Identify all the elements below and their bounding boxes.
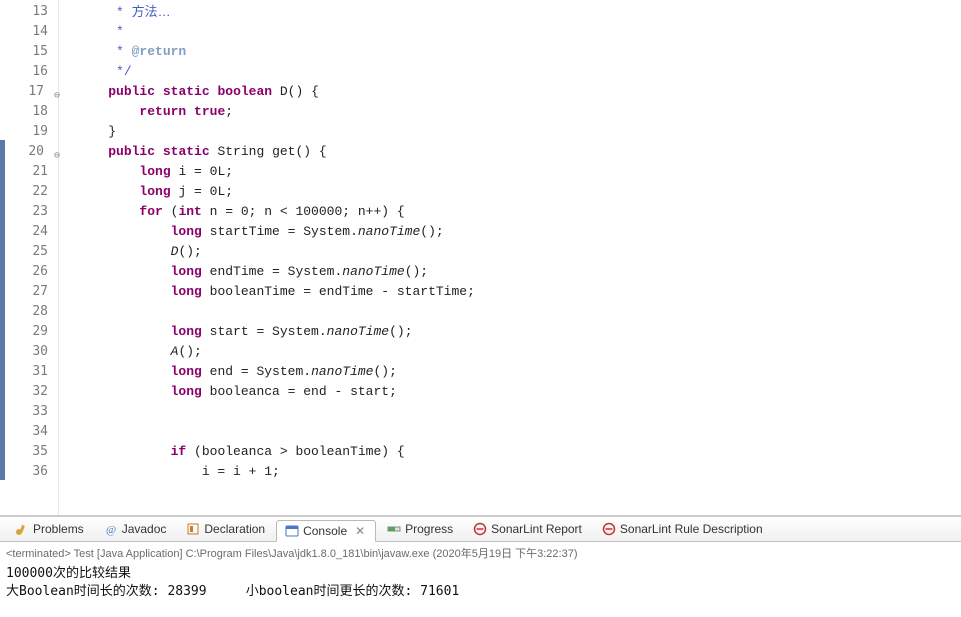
code-line[interactable]: * 方法… (77, 2, 961, 22)
line-number[interactable]: 30 (5, 342, 58, 362)
line-number[interactable]: 18 (5, 102, 58, 122)
tab-javadoc[interactable]: @ Javadoc (95, 518, 176, 540)
line-number[interactable]: 29 (5, 322, 58, 342)
declaration-icon (186, 522, 200, 536)
code-line[interactable]: long booleanca = end - start; (77, 382, 961, 402)
console-icon (285, 524, 299, 538)
code-line[interactable] (77, 402, 961, 422)
code-line[interactable]: long endTime = System.nanoTime(); (77, 262, 961, 282)
fold-toggle-icon[interactable]: ⊖ (50, 86, 60, 96)
tab-problems[interactable]: Problems (6, 518, 93, 540)
line-number[interactable]: 25 (5, 242, 58, 262)
code-line[interactable]: long start = System.nanoTime(); (77, 322, 961, 342)
line-number[interactable]: 33 (5, 402, 58, 422)
tab-sonarlint-report-label: SonarLint Report (491, 522, 582, 536)
code-line[interactable]: D(); (77, 242, 961, 262)
code-line[interactable]: public static boolean D() { (77, 82, 961, 102)
line-number[interactable]: 24 (5, 222, 58, 242)
code-line[interactable]: return true; (77, 102, 961, 122)
code-line[interactable] (77, 302, 961, 322)
javadoc-icon: @ (104, 522, 118, 536)
tab-declaration[interactable]: Declaration (177, 518, 274, 540)
line-number[interactable]: 23 (5, 202, 58, 222)
line-number[interactable]: 16 (5, 62, 58, 82)
line-number[interactable]: 28 (5, 302, 58, 322)
code-line[interactable]: */ (77, 62, 961, 82)
code-line[interactable]: long startTime = System.nanoTime(); (77, 222, 961, 242)
fold-toggle-icon[interactable]: ⊖ (50, 146, 60, 156)
tab-sonarlint-rule[interactable]: SonarLint Rule Description (593, 518, 772, 540)
code-line[interactable]: public static String get() { (77, 142, 961, 162)
console-output[interactable]: 100000次的比较结果 大Boolean时间长的次数: 28399 小bool… (0, 563, 961, 605)
svg-text:@: @ (106, 524, 116, 536)
code-line[interactable]: long i = 0L; (77, 162, 961, 182)
code-line[interactable]: long end = System.nanoTime(); (77, 362, 961, 382)
code-line[interactable]: * @return (77, 42, 961, 62)
code-line[interactable]: if (booleanca > booleanTime) { (77, 442, 961, 462)
line-number[interactable]: 19 (5, 122, 58, 142)
code-line[interactable]: long j = 0L; (77, 182, 961, 202)
line-number[interactable]: 26 (5, 262, 58, 282)
line-number[interactable]: 32 (5, 382, 58, 402)
line-number[interactable]: 36 (5, 462, 58, 482)
console-process-header: <terminated> Test [Java Application] C:\… (0, 542, 961, 563)
tab-sonarlint-rule-label: SonarLint Rule Description (620, 522, 763, 536)
line-number[interactable]: 17⊖ (5, 82, 58, 102)
code-content[interactable]: * 方法… * * @return */ public static boole… (59, 0, 961, 515)
console-line-1: 100000次的比较结果 (6, 566, 131, 581)
line-number-gutter[interactable]: 1314151617⊖181920⊖2122232425262728293031… (5, 0, 59, 515)
tab-progress-label: Progress (405, 522, 453, 536)
code-line[interactable]: i = i + 1; (77, 462, 961, 482)
code-line[interactable]: long booleanTime = endTime - startTime; (77, 282, 961, 302)
code-line[interactable] (77, 422, 961, 442)
line-number[interactable]: 14 (5, 22, 58, 42)
tab-problems-label: Problems (33, 522, 84, 536)
tab-progress[interactable]: Progress (378, 518, 462, 540)
code-line[interactable]: for (int n = 0; n < 100000; n++) { (77, 202, 961, 222)
problems-icon (15, 522, 29, 536)
bottom-tabs: Problems @ Javadoc Declaration Console ✕… (0, 516, 961, 542)
sonarlint-rule-icon (602, 522, 616, 536)
line-number[interactable]: 20⊖ (5, 142, 58, 162)
line-number[interactable]: 31 (5, 362, 58, 382)
line-number[interactable]: 21 (5, 162, 58, 182)
tab-declaration-label: Declaration (204, 522, 265, 536)
tab-console[interactable]: Console ✕ (276, 520, 376, 542)
code-editor: 1314151617⊖181920⊖2122232425262728293031… (0, 0, 961, 516)
code-line[interactable]: A(); (77, 342, 961, 362)
tab-console-label: Console (303, 524, 347, 538)
line-number[interactable]: 34 (5, 422, 58, 442)
code-line[interactable]: * (77, 22, 961, 42)
console-line-2: 大Boolean时间长的次数: 28399 小boolean时间更长的次数: 7… (6, 584, 459, 599)
close-icon[interactable]: ✕ (353, 524, 367, 538)
tab-sonarlint-report[interactable]: SonarLint Report (464, 518, 591, 540)
sonarlint-report-icon (473, 522, 487, 536)
line-number[interactable]: 22 (5, 182, 58, 202)
line-number[interactable]: 15 (5, 42, 58, 62)
line-number[interactable]: 13 (5, 2, 58, 22)
progress-icon (387, 522, 401, 536)
line-number[interactable]: 27 (5, 282, 58, 302)
tab-javadoc-label: Javadoc (122, 522, 167, 536)
line-number[interactable]: 35 (5, 442, 58, 462)
code-line[interactable]: } (77, 122, 961, 142)
